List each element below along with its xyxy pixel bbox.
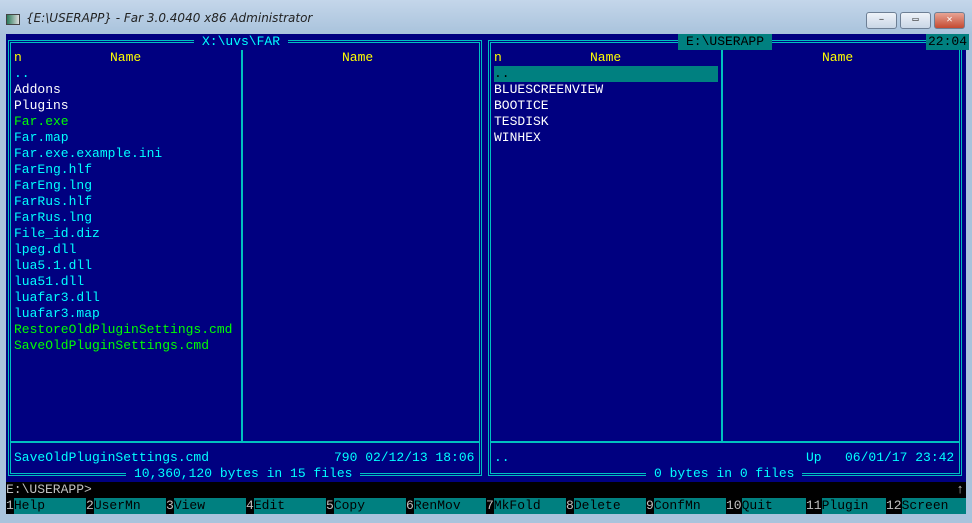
left-panel-path[interactable]: X:\uvs\FAR — [194, 34, 289, 50]
fkey-number: 5 — [326, 498, 334, 514]
left-panel-summary: 10,360,120 bytes in 15 files — [126, 466, 361, 482]
fkey-copy-button[interactable]: 5 Copy — [326, 498, 406, 514]
function-key-bar: 1 Help 2 UserMn 3 View 4 Edit 5 Copy 6 RenMov 7 MkFol… — [6, 498, 966, 514]
right-file-item[interactable]: WINHEX — [494, 130, 541, 146]
maximize-button[interactable]: ▭ — [900, 12, 931, 29]
console-app-icon — [6, 14, 20, 25]
left-file-item[interactable]: luafar3.dll — [14, 290, 100, 306]
left-file-item[interactable]: .. — [14, 66, 30, 82]
fkey-number: 10 — [726, 498, 742, 514]
left-file-item[interactable]: lpeg.dll — [14, 242, 76, 258]
left-file-item[interactable]: RestoreOldPluginSettings.cmd — [14, 322, 232, 338]
left-panel-status-divider — [11, 441, 479, 443]
window-title: {E:\USERAPP} - Far 3.0.4040 x86 Administ… — [26, 11, 313, 25]
right-col2-header[interactable]: Name — [822, 50, 853, 66]
window-bottom-edge — [0, 514, 972, 523]
fkey-number: 9 — [646, 498, 654, 514]
left-col1-header[interactable]: Name — [110, 50, 141, 66]
fkey-number: 4 — [246, 498, 254, 514]
clock: 22:04 — [926, 34, 970, 50]
fkey-number: 12 — [886, 498, 902, 514]
fkey-number: 7 — [486, 498, 494, 514]
left-file-item[interactable]: FarRus.hlf — [14, 194, 92, 210]
right-file-item[interactable]: TESDISK — [494, 114, 549, 130]
fkey-confmn-button[interactable]: 9 ConfMn — [646, 498, 726, 514]
fkey-renmov-button[interactable]: 6 RenMov — [406, 498, 486, 514]
fkey-label: MkFold — [493, 498, 566, 514]
right-file-item[interactable]: BOOTICE — [494, 98, 549, 114]
scroll-up-indicator: ↑ — [956, 482, 964, 497]
right-status-name: .. — [494, 450, 510, 465]
left-file-item[interactable]: Addons — [14, 82, 61, 98]
fkey-number: 3 — [166, 498, 174, 514]
fkey-label: View — [173, 498, 246, 514]
right-panel-path[interactable]: E:\USERAPP — [678, 34, 773, 50]
fkey-view-button[interactable]: 3 View — [166, 498, 246, 514]
left-status-info: 790 02/12/13 18:06 — [334, 450, 475, 465]
left-file-item[interactable]: lua5.1.dll — [14, 258, 92, 274]
title-bar: {E:\USERAPP} - Far 3.0.4040 x86 Administ… — [0, 0, 972, 34]
fkey-label: Edit — [253, 498, 326, 514]
fkey-help-button[interactable]: 1 Help — [6, 498, 86, 514]
fkey-label: Copy — [333, 498, 406, 514]
right-file-item[interactable]: BLUESCREENVIEW — [494, 82, 603, 98]
fkey-label: Delete — [573, 498, 646, 514]
fkey-usermn-button[interactable]: 2 UserMn — [86, 498, 166, 514]
minimize-button[interactable]: ‒ — [866, 12, 897, 29]
fkey-number: 1 — [6, 498, 14, 514]
left-file-item[interactable]: FarEng.lng — [14, 178, 92, 194]
right-panel-column-divider — [721, 43, 723, 441]
fkey-edit-button[interactable]: 4 Edit — [246, 498, 326, 514]
fkey-mkfold-button[interactable]: 7 MkFold — [486, 498, 566, 514]
right-sort-indicator[interactable]: n — [494, 50, 502, 66]
fkey-label: Quit — [741, 498, 806, 514]
left-file-item[interactable]: Far.map — [14, 130, 69, 146]
right-panel-summary: 0 bytes in 0 files — [646, 466, 803, 482]
fkey-label: RenMov — [413, 498, 486, 514]
fkey-label: Plugin — [821, 498, 886, 514]
left-file-item[interactable]: Far.exe — [14, 114, 69, 130]
fkey-screen-button[interactable]: 12 Screen — [886, 498, 966, 514]
command-line[interactable]: E:\USERAPP> ↑ — [6, 482, 966, 498]
left-file-item[interactable]: File_id.diz — [14, 226, 100, 242]
left-file-item[interactable]: FarRus.lng — [14, 210, 92, 226]
left-col2-header[interactable]: Name — [342, 50, 373, 66]
fkey-delete-button[interactable]: 8 Delete — [566, 498, 646, 514]
left-file-item[interactable]: Far.exe.example.ini — [14, 146, 162, 162]
left-file-item[interactable]: lua51.dll — [14, 274, 84, 290]
left-file-item[interactable]: Plugins — [14, 98, 69, 114]
close-button[interactable]: ✕ — [934, 12, 965, 29]
left-file-item[interactable]: luafar3.map — [14, 306, 100, 322]
left-file-item[interactable]: FarEng.hlf — [14, 162, 92, 178]
fkey-quit-button[interactable]: 10 Quit — [726, 498, 806, 514]
fkey-label: ConfMn — [653, 498, 726, 514]
right-panel-frame — [488, 40, 962, 476]
fkey-number: 8 — [566, 498, 574, 514]
right-col1-header[interactable]: Name — [590, 50, 621, 66]
far-console[interactable]: X:\uvs\FAR n Name Name .. Addons Plugins Fa… — [6, 34, 970, 514]
left-file-item[interactable]: SaveOldPluginSettings.cmd — [14, 338, 209, 354]
fkey-label: Screen — [901, 498, 966, 514]
right-file-item-selected[interactable]: .. — [494, 66, 718, 82]
right-panel-status-divider — [491, 441, 959, 443]
fkey-number: 6 — [406, 498, 414, 514]
fkey-label: UserMn — [93, 498, 166, 514]
fkey-number: 11 — [806, 498, 822, 514]
fkey-number: 2 — [86, 498, 94, 514]
fkey-label: Help — [13, 498, 86, 514]
left-panel-column-divider — [241, 43, 243, 441]
left-status-name: SaveOldPluginSettings.cmd — [14, 450, 210, 465]
fkey-plugin-button[interactable]: 11 Plugin — [806, 498, 886, 514]
left-sort-indicator[interactable]: n — [14, 50, 22, 66]
right-status-info: Up 06/01/17 23:42 — [806, 450, 955, 465]
command-prompt: E:\USERAPP> — [6, 482, 92, 497]
